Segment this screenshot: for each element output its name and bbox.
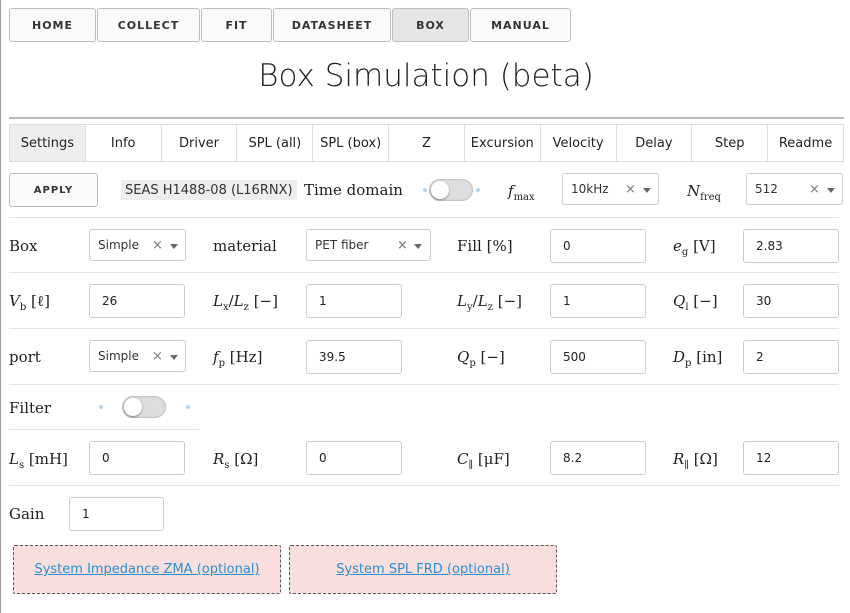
lx-lz-label: Lx/Lz [−]	[213, 292, 278, 313]
rs-label: Rs [Ω]	[213, 450, 259, 471]
ly-lz-label: Ly/Lz [−]	[457, 292, 522, 313]
clear-icon[interactable]: ×	[809, 182, 820, 197]
cp-label: C∥ [μF]	[457, 450, 510, 471]
nav-fit-button[interactable]: FIT	[201, 8, 272, 42]
nav-collect-button[interactable]: COLLECT	[97, 8, 200, 42]
chevron-down-icon	[414, 244, 422, 249]
filter-toggle[interactable]	[122, 396, 166, 418]
clear-icon[interactable]: ×	[152, 349, 163, 364]
driver-name: SEAS H1488-08 (L16RNX)	[121, 180, 297, 200]
nav-datasheet-button[interactable]: DATASHEET	[273, 8, 391, 42]
nav-box-button[interactable]: BOX	[392, 8, 469, 42]
row-divider	[9, 217, 839, 218]
tab-z[interactable]: Z	[389, 125, 465, 161]
row-divider	[9, 485, 839, 486]
vb-input[interactable]: 26	[89, 284, 185, 318]
tab-step[interactable]: Step	[692, 125, 769, 161]
ls-label: Ls [mH]	[9, 450, 68, 471]
ql-label: Ql [−]	[673, 292, 718, 313]
tab-velocity[interactable]: Velocity	[541, 125, 617, 161]
rs-input[interactable]: 0	[306, 441, 402, 475]
box-label: Box	[9, 237, 38, 255]
gain-input[interactable]: 1	[69, 497, 164, 531]
fill-label: Fill [%]	[457, 237, 513, 255]
dp-label: Dp [in]	[673, 348, 723, 369]
chevron-down-icon	[827, 188, 835, 193]
toggle-dot	[186, 405, 190, 409]
tab-bar: Settings Info Driver SPL (all) SPL (box)…	[9, 124, 844, 162]
fp-label: fp [Hz]	[213, 348, 263, 369]
eg-label: eg [V]	[673, 237, 716, 258]
divider	[9, 117, 844, 119]
row-divider	[9, 328, 839, 329]
material-select[interactable]: PET fiber ×	[306, 229, 431, 261]
clear-icon[interactable]: ×	[625, 182, 636, 197]
eg-input[interactable]: 2.83	[743, 229, 839, 263]
time-domain-toggle[interactable]	[429, 179, 473, 201]
ly-lz-input[interactable]: 1	[550, 284, 646, 318]
toggle-knob	[124, 398, 142, 416]
qp-label: Qp [−]	[457, 348, 505, 369]
frd-upload-link[interactable]: System SPL FRD (optional)	[336, 562, 510, 577]
port-type-select[interactable]: Simple ×	[89, 340, 186, 372]
row-divider	[9, 272, 839, 273]
fmax-select[interactable]: 10kHz ×	[562, 173, 659, 205]
toggle-knob	[431, 181, 449, 199]
time-domain-label: Time domain	[304, 181, 403, 199]
clear-icon[interactable]: ×	[397, 238, 408, 253]
tab-spl-box[interactable]: SPL (box)	[313, 125, 390, 161]
toggle-dot	[99, 405, 103, 409]
tab-readme[interactable]: Readme	[768, 125, 843, 161]
port-label: port	[9, 348, 41, 366]
vb-label: Vb [ℓ]	[9, 292, 50, 313]
ls-input[interactable]: 0	[89, 441, 185, 475]
clear-icon[interactable]: ×	[152, 238, 163, 253]
nav-manual-button[interactable]: MANUAL	[470, 8, 571, 42]
tab-excursion[interactable]: Excursion	[465, 125, 541, 161]
lx-lz-input[interactable]: 1	[306, 284, 402, 318]
apply-button[interactable]: APPLY	[9, 173, 98, 207]
row-divider	[9, 429, 199, 430]
qp-input[interactable]: 500	[550, 340, 646, 374]
page-title: Box Simulation (beta)	[258, 58, 594, 94]
nav-home-button[interactable]: HOME	[9, 8, 96, 42]
zma-upload-link[interactable]: System Impedance ZMA (optional)	[34, 562, 259, 577]
toggle-dot	[476, 188, 480, 192]
tab-driver[interactable]: Driver	[162, 125, 238, 161]
tab-settings[interactable]: Settings	[10, 125, 86, 161]
fmax-label: fmax	[508, 182, 535, 203]
frd-dropzone[interactable]: System SPL FRD (optional)	[289, 545, 557, 594]
cp-input[interactable]: 8.2	[550, 441, 646, 475]
row-divider	[9, 384, 839, 385]
chevron-down-icon	[170, 355, 178, 360]
fill-input[interactable]: 0	[550, 229, 646, 263]
fp-input[interactable]: 39.5	[306, 340, 402, 374]
ql-input[interactable]: 30	[743, 284, 839, 318]
box-type-select[interactable]: Simple ×	[89, 229, 186, 261]
nfreq-label: Nfreq	[687, 182, 721, 203]
gain-label: Gain	[9, 505, 45, 523]
nfreq-select[interactable]: 512 ×	[746, 173, 843, 205]
chevron-down-icon	[643, 188, 651, 193]
toggle-dot	[423, 188, 427, 192]
tab-delay[interactable]: Delay	[617, 125, 693, 161]
tab-spl-all[interactable]: SPL (all)	[237, 125, 314, 161]
filter-label: Filter	[9, 399, 52, 417]
zma-dropzone[interactable]: System Impedance ZMA (optional)	[13, 545, 281, 594]
material-label: material	[213, 237, 277, 255]
dp-input[interactable]: 2	[743, 340, 839, 374]
rp-label: R∥ [Ω]	[673, 450, 718, 471]
tab-info[interactable]: Info	[86, 125, 162, 161]
chevron-down-icon	[170, 244, 178, 249]
rp-input[interactable]: 12	[743, 441, 839, 475]
